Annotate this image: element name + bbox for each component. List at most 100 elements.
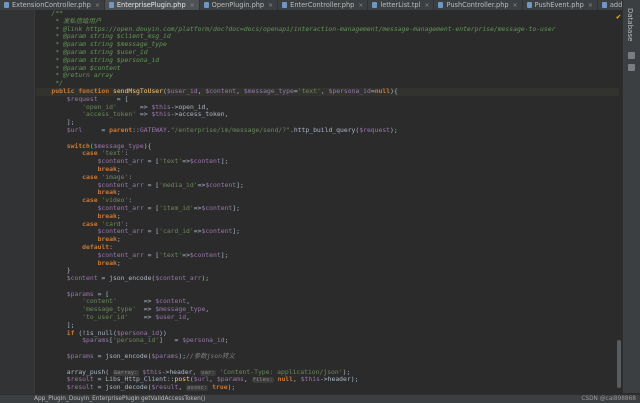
code-text: case 'image': <box>82 172 133 181</box>
code-line[interactable]: 372 'access_token' => $this->access_toke… <box>36 110 619 119</box>
code-text: $url = parent::GATEWAY."/enterprise/im/m… <box>66 125 398 134</box>
tab-label: EnterController.php <box>290 1 355 9</box>
code-text: } <box>36 266 71 275</box>
line-number-gutter <box>0 10 35 394</box>
close-tab-icon[interactable]: × <box>190 2 195 9</box>
editor-scrollbar[interactable] <box>617 340 621 388</box>
tab-label: ExtensionController.php <box>12 1 91 9</box>
tab-label: PushEvent.php <box>534 1 584 9</box>
php-file-icon <box>4 2 9 8</box>
code-text: 'message_type' => $message_type, <box>82 305 210 314</box>
php-file-icon <box>372 2 378 8</box>
code-line[interactable]: 384 $content_arr = ['item_id'=>$content]… <box>36 203 619 213</box>
code-text: $content_arr = ['card_id'=>$content]; <box>97 227 240 236</box>
php-file-icon <box>108 2 114 8</box>
tab-file[interactable]: EnterprisePlugin.php × <box>104 0 200 10</box>
code-text: $content_arr = ['text'=>$content]; <box>97 250 229 259</box>
code-line[interactable]: 391 break; <box>36 258 619 268</box>
code-text: $content = json_encode($content_arr); <box>66 274 210 283</box>
code-text: ]; <box>36 118 75 127</box>
code-line[interactable]: 365 * @param string $persona_id <box>36 55 619 65</box>
code-text: * @param $content <box>55 63 121 72</box>
php-file-icon <box>438 2 444 8</box>
code-text: switch($message_type){ <box>66 141 152 150</box>
close-tab-icon[interactable]: × <box>513 2 518 9</box>
code-text: $result = json_decode($result, assoc: tr… <box>66 383 236 392</box>
tab-file[interactable]: PushController.php × <box>434 0 523 10</box>
code-text: $content_arr = ['text'=>$content]; <box>97 157 229 166</box>
code-text: ]; <box>36 320 75 329</box>
php-file-icon <box>601 2 607 8</box>
close-tab-icon[interactable]: × <box>268 2 273 9</box>
code-line[interactable]: 381 $content_arr = ['media_id'=>$content… <box>36 180 619 190</box>
php-file-icon <box>282 2 288 8</box>
code-line[interactable]: 366 * @param $content <box>36 63 619 73</box>
code-text: case 'text': <box>82 149 129 158</box>
code-line[interactable]: 359⊟ /** <box>36 10 619 18</box>
tab-file[interactable]: PushEvent.php × <box>523 0 598 10</box>
code-text: break; <box>97 258 121 267</box>
code-line[interactable]: 393 $content = json_encode($content_arr)… <box>36 274 619 283</box>
tab-file[interactable]: letterList.tpl × <box>368 0 435 10</box>
code-line[interactable]: 388 break; <box>36 235 619 244</box>
code-text: $result = Libs_Http_Client::post($url, $… <box>66 375 359 384</box>
code-text: $params = [ <box>66 289 110 298</box>
code-line[interactable]: 403 $params = json_encode($params);//参数j… <box>36 352 619 361</box>
code-text: * @param string $user_id <box>55 47 148 56</box>
tab-label: PushController.php <box>446 1 509 9</box>
code-text: if (!is_null($persona_id)) <box>66 328 167 337</box>
php-file-icon <box>526 2 532 8</box>
code-text: default: <box>82 242 113 251</box>
tab-label: EnterprisePlugin.php <box>116 1 186 9</box>
code-line[interactable]: 390 $content_arr = ['text'=>$content]; <box>36 250 619 260</box>
code-text: $request = [ <box>66 94 129 103</box>
tab-label: letterList.tpl <box>380 1 421 9</box>
code-text: array_push( &array: $this->header, var: … <box>36 367 351 376</box>
code-editor[interactable]: 359⊟ /**360 * 发私信给用户361 * @link https://… <box>36 10 619 394</box>
database-panel-label[interactable]: Database <box>626 8 634 41</box>
code-text: $params = json_encode($params);//参数json转… <box>66 352 235 361</box>
code-text: break; <box>97 211 121 220</box>
code-text: * @param string $persona_id <box>55 55 160 64</box>
tool-window-icon[interactable] <box>628 64 635 71</box>
code-text: * 发私信给用户 <box>55 16 102 25</box>
code-text: 'open_id' => $this->open_id, <box>82 102 210 111</box>
code-text: * @return array <box>55 71 113 80</box>
code-line[interactable]: 367 * @return array <box>36 71 619 80</box>
close-tab-icon[interactable]: × <box>358 2 363 9</box>
code-text: $content_arr = ['item_id'=>$content]; <box>97 203 240 212</box>
tab-file[interactable]: EnterController.php × <box>278 0 369 10</box>
code-line[interactable]: 394 <box>36 283 619 291</box>
code-line[interactable]: 387 $content_arr = ['card_id'=>$content]… <box>36 227 619 236</box>
close-tab-icon[interactable]: × <box>588 2 593 9</box>
code-text: case 'card': <box>82 219 129 228</box>
code-text: public function sendMsgToUser($user_id, … <box>51 86 398 95</box>
code-text: case 'video': <box>82 196 133 205</box>
code-text: $content_arr = ['media_id'=>$content]; <box>97 180 244 189</box>
code-text: 'to_user_id' => $user_id, <box>82 313 190 322</box>
tool-window-icon[interactable] <box>628 52 635 59</box>
code-line[interactable]: 401 $params['persona_id'] = $persona_id; <box>36 337 619 345</box>
code-text: * @link https://open.douyin.com/platform… <box>55 24 556 33</box>
tab-file[interactable]: addWrite.tpl× <box>598 0 623 10</box>
code-text: 'content' => $content, <box>82 297 190 306</box>
tab-file[interactable]: ExtensionController.php × <box>0 0 105 10</box>
tab-label: OpenPlugin.php <box>211 1 265 9</box>
code-text: break; <box>97 164 121 173</box>
code-text: break; <box>97 188 121 197</box>
code-text: * @param string $message_type <box>55 40 167 49</box>
code-text: break; <box>97 235 121 244</box>
right-tool-strip: Database <box>622 0 640 393</box>
close-tab-icon[interactable]: × <box>95 2 100 9</box>
code-line[interactable]: 374 $url = parent::GATEWAY."/enterprise/… <box>36 125 619 135</box>
code-text: * @param string $client_msg_id <box>55 32 171 41</box>
code-text: */ <box>55 79 63 88</box>
code-line[interactable]: 378 $content_arr = ['text'=>$content]; <box>36 157 619 166</box>
code-text: 'access_token' => $this->access_token, <box>82 110 229 119</box>
code-text: $params['persona_id'] = $persona_id; <box>82 336 229 345</box>
code-line[interactable]: 407 $result = json_decode($result, assoc… <box>36 383 619 392</box>
code-line[interactable]: 398 'to_user_id' => $user_id, <box>36 313 619 322</box>
php-file-icon <box>203 2 209 8</box>
close-tab-icon[interactable]: × <box>424 2 429 9</box>
tab-file[interactable]: OpenPlugin.php × <box>200 0 279 10</box>
